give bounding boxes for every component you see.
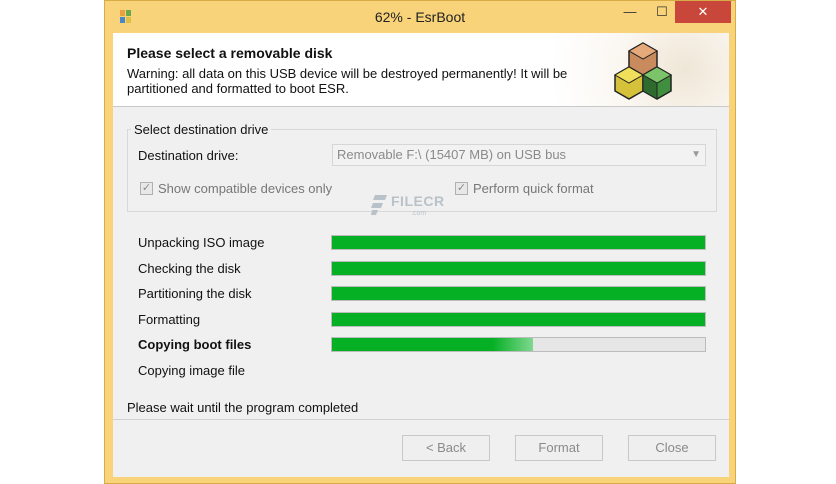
- progress-bar-formatting: [331, 312, 706, 327]
- footer-divider: [113, 419, 729, 420]
- step-label-copying-boot: Copying boot files: [138, 337, 252, 352]
- format-button[interactable]: Format: [515, 435, 603, 461]
- close-window-button[interactable]: ✕: [675, 1, 731, 23]
- title-bar[interactable]: 62% - EsrBoot — ☐ ✕: [105, 1, 735, 33]
- step-label-partitioning: Partitioning the disk: [138, 286, 252, 301]
- warning-text: Warning: all data on this USB device wil…: [127, 66, 568, 96]
- progress-bar-copying-boot: [331, 337, 706, 352]
- status-text: Please wait until the program completed: [127, 400, 359, 415]
- progress-fill: [332, 262, 705, 275]
- step-label-checking: Checking the disk: [138, 261, 241, 276]
- watermark-logo-icon: [371, 195, 387, 215]
- dialog-client: Please select a removable disk Warning: …: [113, 33, 729, 477]
- minimize-button[interactable]: —: [615, 1, 645, 23]
- progress-bar-checking: [331, 261, 706, 276]
- progress-bar-partitioning: [331, 286, 706, 301]
- step-label-formatting: Formatting: [138, 312, 201, 327]
- chevron-down-icon: ▼: [691, 149, 701, 160]
- watermark-suffix: .com: [411, 210, 427, 217]
- progress-fill: [332, 287, 705, 300]
- step-label-copying-image: Copying image file: [138, 363, 245, 378]
- step-label-unpacking: Unpacking ISO image: [138, 235, 265, 250]
- cube-logo-icon: [613, 42, 673, 100]
- destination-drive-select[interactable]: Removable F:\ (15407 MB) on USB bus ▼: [332, 144, 706, 166]
- quick-format-checkbox[interactable]: ✓: [455, 182, 468, 195]
- show-compatible-label: Show compatible devices only: [158, 181, 333, 196]
- progress-fill: [332, 236, 705, 249]
- destination-drive-value: Removable F:\ (15407 MB) on USB bus: [337, 147, 567, 162]
- progress-bar-unpacking: [331, 235, 706, 250]
- destination-group-title: Select destination drive: [131, 122, 272, 137]
- close-button[interactable]: Close: [628, 435, 716, 461]
- destination-drive-label: Destination drive:: [138, 148, 239, 163]
- esrboot-window: 62% - EsrBoot — ☐ ✕ Please select a remo…: [104, 0, 736, 484]
- progress-fill: [332, 313, 705, 326]
- watermark-text: FILECR: [391, 193, 445, 209]
- page-title: Please select a removable disk: [127, 45, 333, 61]
- show-compatible-checkbox[interactable]: ✓: [140, 182, 153, 195]
- back-button[interactable]: < Back: [402, 435, 490, 461]
- dialog-header: Please select a removable disk Warning: …: [113, 33, 729, 107]
- maximize-button[interactable]: ☐: [647, 1, 677, 23]
- progress-fill: [332, 338, 534, 351]
- quick-format-label: Perform quick format: [473, 181, 594, 196]
